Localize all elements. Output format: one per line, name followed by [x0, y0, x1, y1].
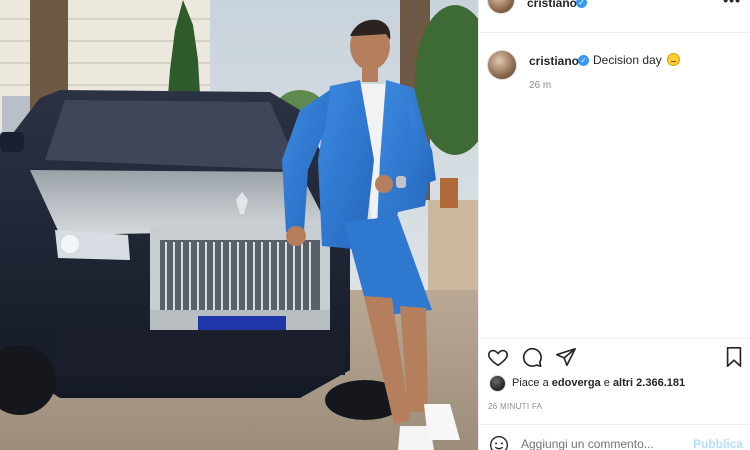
send-icon[interactable]	[555, 346, 579, 370]
actions-divider	[479, 338, 750, 339]
comment-icon[interactable]	[521, 346, 545, 370]
caption-text: Decision day	[593, 53, 662, 67]
likes-count[interactable]: altri 2.366.181	[613, 377, 685, 389]
bookmark-icon[interactable]	[723, 346, 747, 370]
verified-badge-icon: ✓	[576, 0, 587, 8]
more-options-icon[interactable]: •••	[723, 0, 741, 8]
smiley-icon[interactable]	[489, 435, 509, 450]
thinking-face-emoji-icon	[667, 53, 681, 66]
header-avatar[interactable]	[487, 0, 515, 14]
likes-prefix: Piace a	[512, 377, 549, 389]
post-photo[interactable]	[0, 0, 478, 450]
caption-avatar[interactable]	[487, 50, 517, 80]
post-header: cristiano ✓ •••	[479, 0, 750, 14]
caption-text-line: Decision day	[593, 53, 681, 67]
liker-avatar[interactable]	[489, 375, 506, 392]
caption-username[interactable]: cristiano	[529, 54, 579, 68]
post-time[interactable]: 26 MINUTI FA	[488, 402, 542, 411]
comment-bar: Pubblica	[479, 424, 750, 450]
post-image	[0, 0, 478, 450]
post-side-panel: cristiano ✓ ••• cristiano ✓ Decision day…	[478, 0, 750, 450]
likes-middle: e	[603, 377, 610, 389]
likes-text: Piace a edoverga e altri 2.366.181	[512, 377, 685, 389]
header-divider	[479, 32, 750, 33]
header-username[interactable]: cristiano	[527, 0, 577, 10]
verified-badge-icon: ✓	[578, 55, 589, 66]
heart-icon[interactable]	[487, 346, 511, 370]
liker-username[interactable]: edoverga	[552, 377, 601, 389]
comment-input[interactable]	[521, 437, 691, 450]
caption-timestamp[interactable]: 26 m	[529, 80, 551, 91]
post-actions	[479, 344, 750, 370]
publish-button[interactable]: Pubblica	[693, 437, 743, 450]
